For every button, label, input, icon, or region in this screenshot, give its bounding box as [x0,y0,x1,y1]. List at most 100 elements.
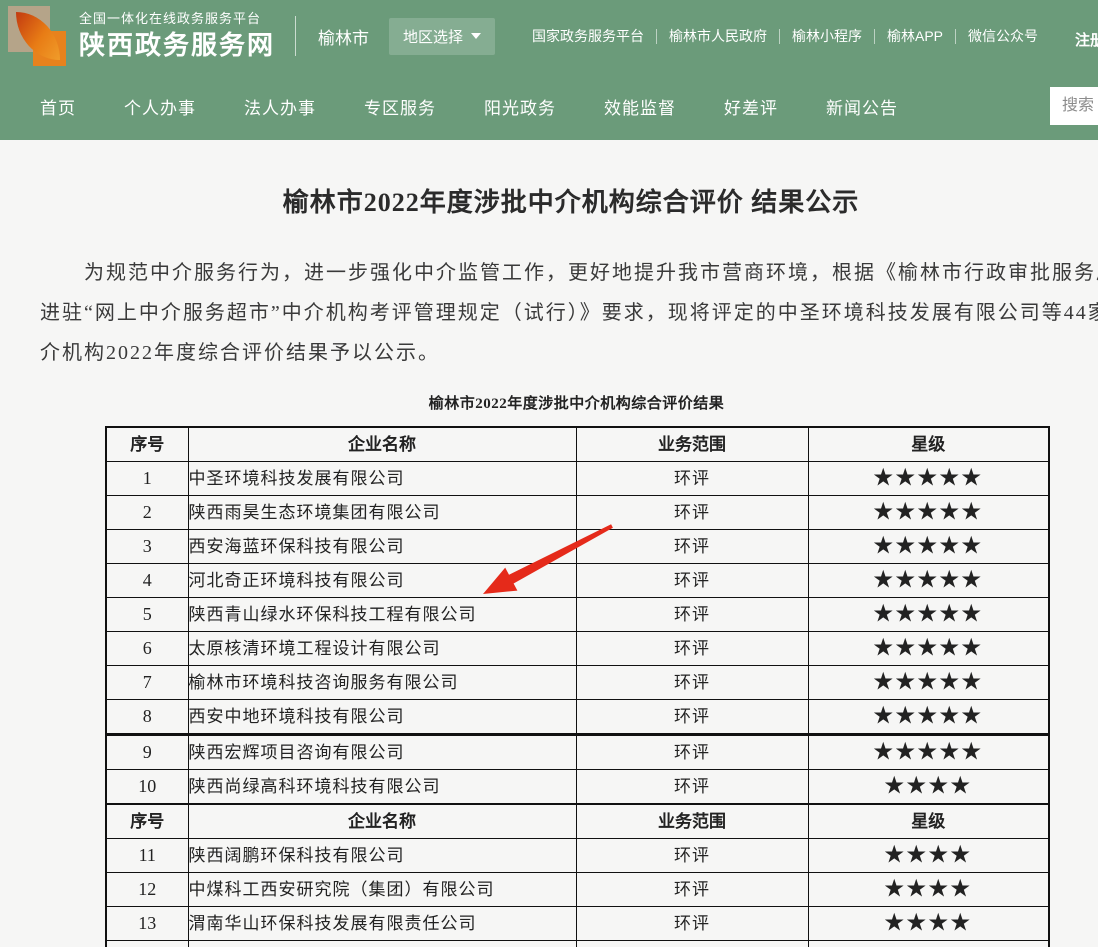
cell-company-name: 陕西雨昊生态环境集团有限公司 [188,496,576,530]
cell-index: 10 [106,770,188,805]
table-row: 3西安海蓝环保科技有限公司环评★★★★★ [106,530,1049,564]
logo-leaf-icon [16,12,60,60]
announcement-document: 榆林市2022年度涉批中介机构综合评价 结果公示 为规范中介服务行为，进一步强化… [0,140,1098,947]
nav-item-效能监督[interactable]: 效能监督 [604,94,676,119]
cell-business-scope: 环评 [576,496,808,530]
cell-business-scope: 环评 [576,873,808,907]
cell-business-scope: 环评 [576,462,808,496]
cell-business-scope: 环评 [576,700,808,735]
cell-business-scope: 环评 [576,564,808,598]
column-header: 企业名称 [188,804,576,839]
cell-index: 2 [106,496,188,530]
cell-company-name: 陕西青山绿水环保科技工程有限公司 [188,598,576,632]
announcement-paragraph: 为规范中介服务行为，进一步强化中介监管工作，更好地提升我市营商环境，根据《榆林市… [40,253,1098,373]
cell-business-scope: 环评 [576,839,808,873]
header-links: 国家政务服务平台榆林市人民政府榆林小程序榆林APP微信公众号 [520,29,1050,44]
chevron-down-icon [471,33,481,39]
cell-star-rating: ★★★★ [808,873,1049,907]
register-link[interactable]: 注册 [1075,29,1098,50]
cell-company-name: 中煤科工西安研究院（集团）有限公司 [188,873,576,907]
page-title: 榆林市2022年度涉批中介机构综合评价 结果公示 [0,140,1098,219]
cell-index: 1 [106,462,188,496]
table-row: 1中圣环境科技发展有限公司环评★★★★★ [106,462,1049,496]
nav-item-新闻公告[interactable]: 新闻公告 [826,94,898,119]
region-selector-button[interactable]: 地区选择 [389,18,495,55]
table-row: 12中煤科工西安研究院（集团）有限公司环评★★★★ [106,873,1049,907]
table-row: 6太原核清环境工程设计有限公司环评★★★★★ [106,632,1049,666]
column-header: 序号 [106,804,188,839]
current-city-label: 榆林市 [318,24,369,49]
header-link[interactable]: 榆林市人民政府 [657,29,780,44]
cell-star-rating: ★★★★★ [808,735,1049,770]
nav-item-法人办事[interactable]: 法人办事 [244,94,316,119]
nav-item-好差评[interactable]: 好差评 [724,94,778,119]
cell-star-rating: ★★★★★ [808,632,1049,666]
table-row: 8西安中地环境科技有限公司环评★★★★★ [106,700,1049,735]
header-divider [295,16,296,56]
cell-index: 12 [106,873,188,907]
empty-cell [188,941,576,947]
header-link[interactable]: 榆林APP [875,29,956,44]
page: 全国一体化在线政务服务平台 陕西政务服务网 榆林市 地区选择 国家政务服务平台榆… [0,0,1098,947]
cell-index: 5 [106,598,188,632]
cell-star-rating: ★★★★★ [808,496,1049,530]
nav-item-专区服务[interactable]: 专区服务 [364,94,436,119]
cell-star-rating: ★★★★★ [808,564,1049,598]
brand-block: 全国一体化在线政务服务平台 陕西政务服务网 [79,11,275,62]
cell-company-name: 陕西宏辉项目咨询有限公司 [188,735,576,770]
header-link[interactable]: 微信公众号 [956,29,1050,44]
cell-business-scope: 环评 [576,530,808,564]
table-row: 5陕西青山绿水环保科技工程有限公司环评★★★★★ [106,598,1049,632]
table-header-row: 序号企业名称业务范围星级 [106,427,1049,462]
table-row: 10陕西尚绿高科环境科技有限公司环评★★★★ [106,770,1049,805]
empty-cell [808,941,1049,947]
cell-index: 3 [106,530,188,564]
cell-business-scope: 环评 [576,666,808,700]
nav-item-首页[interactable]: 首页 [40,94,76,119]
cell-company-name: 榆林市环境科技咨询服务有限公司 [188,666,576,700]
cell-company-name: 渭南华山环保科技发展有限责任公司 [188,907,576,941]
region-selector-label: 地区选择 [403,26,463,47]
empty-cell [576,941,808,947]
site-header: 全国一体化在线政务服务平台 陕西政务服务网 榆林市 地区选择 国家政务服务平台榆… [0,0,1098,72]
cell-business-scope: 环评 [576,632,808,666]
paragraph-line: 进驻“网上中介服务超市”中介机构考评管理规定（试行）》要求，现将评定的中圣环境科… [40,293,1098,333]
table-row: 7榆林市环境科技咨询服务有限公司环评★★★★★ [106,666,1049,700]
cell-index: 4 [106,564,188,598]
cell-star-rating: ★★★★★ [808,666,1049,700]
platform-tagline: 全国一体化在线政务服务平台 [79,11,275,27]
column-header: 星级 [808,427,1049,462]
cell-index: 13 [106,907,188,941]
column-header: 企业名称 [188,427,576,462]
cell-company-name: 中圣环境科技发展有限公司 [188,462,576,496]
cell-business-scope: 环评 [576,770,808,805]
search-input[interactable] [1050,87,1098,125]
table-row: 2陕西雨昊生态环境集团有限公司环评★★★★★ [106,496,1049,530]
nav-item-个人办事[interactable]: 个人办事 [124,94,196,119]
site-name: 陕西政务服务网 [79,29,275,62]
cell-star-rating: ★★★★ [808,839,1049,873]
cell-index: 9 [106,735,188,770]
cell-star-rating: ★★★★★ [808,598,1049,632]
paragraph-line: 介机构2022年度综合评价结果予以公示。 [40,333,1098,373]
cell-star-rating: ★★★★★ [808,700,1049,735]
table-row: 11陕西阔鹏环保科技有限公司环评★★★★ [106,839,1049,873]
nav-item-阳光政务[interactable]: 阳光政务 [484,94,556,119]
table-row: 4河北奇正环境科技有限公司环评★★★★★ [106,564,1049,598]
cell-business-scope: 环评 [576,598,808,632]
header-link[interactable]: 榆林小程序 [780,29,875,44]
table-caption: 榆林市2022年度涉批中介机构综合评价结果 [105,392,1048,413]
site-logo-icon [8,6,66,66]
header-link[interactable]: 国家政务服务平台 [520,29,657,44]
cell-star-rating: ★★★★ [808,770,1049,805]
cell-company-name: 太原核清环境工程设计有限公司 [188,632,576,666]
column-header: 序号 [106,427,188,462]
cell-index: 6 [106,632,188,666]
cell-index: 8 [106,700,188,735]
cell-company-name: 西安中地环境科技有限公司 [188,700,576,735]
table-row: 9陕西宏辉项目咨询有限公司环评★★★★★ [106,735,1049,770]
cell-star-rating: ★★★★★ [808,530,1049,564]
cell-index: 7 [106,666,188,700]
column-header: 业务范围 [576,427,808,462]
cell-business-scope: 环评 [576,735,808,770]
